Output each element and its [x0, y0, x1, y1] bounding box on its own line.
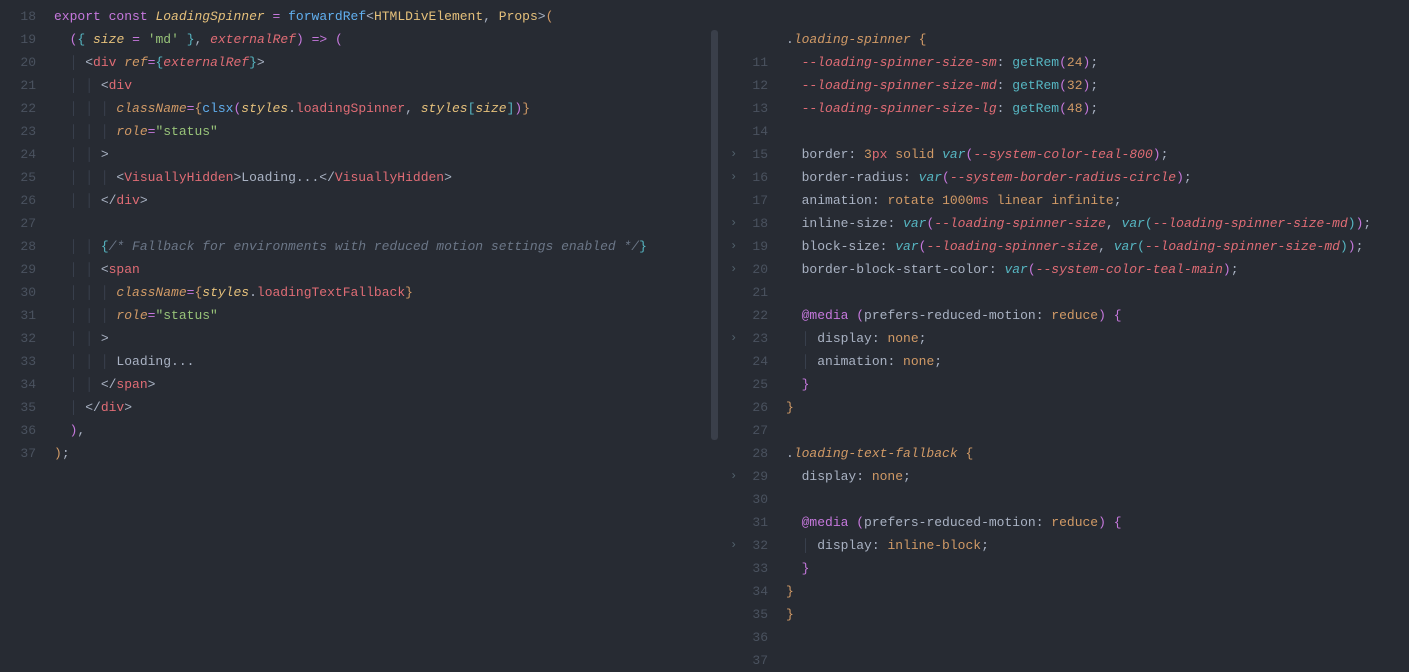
code-content-left[interactable]: export const LoadingSpinner = forwardRef…	[54, 0, 647, 637]
line-numbers-left: 18 19 20 21 22 23 24 25 26 27 28 29 30 3…	[0, 0, 54, 637]
scrollbar-left[interactable]	[711, 30, 718, 440]
editor-pane-left[interactable]: 18 19 20 21 22 23 24 25 26 27 28 29 30 3…	[0, 0, 718, 637]
code-content-right[interactable]: .loading-spinner { --loading-spinner-siz…	[786, 0, 1371, 637]
editor-pane-right[interactable]: › › › › › › › › 11 12 13 14 15 16 17 18 …	[718, 0, 1409, 637]
diff-markers: › › › › › › › ›	[730, 5, 737, 626]
line-numbers-right: › › › › › › › › 11 12 13 14 15 16 17 18 …	[718, 0, 786, 637]
